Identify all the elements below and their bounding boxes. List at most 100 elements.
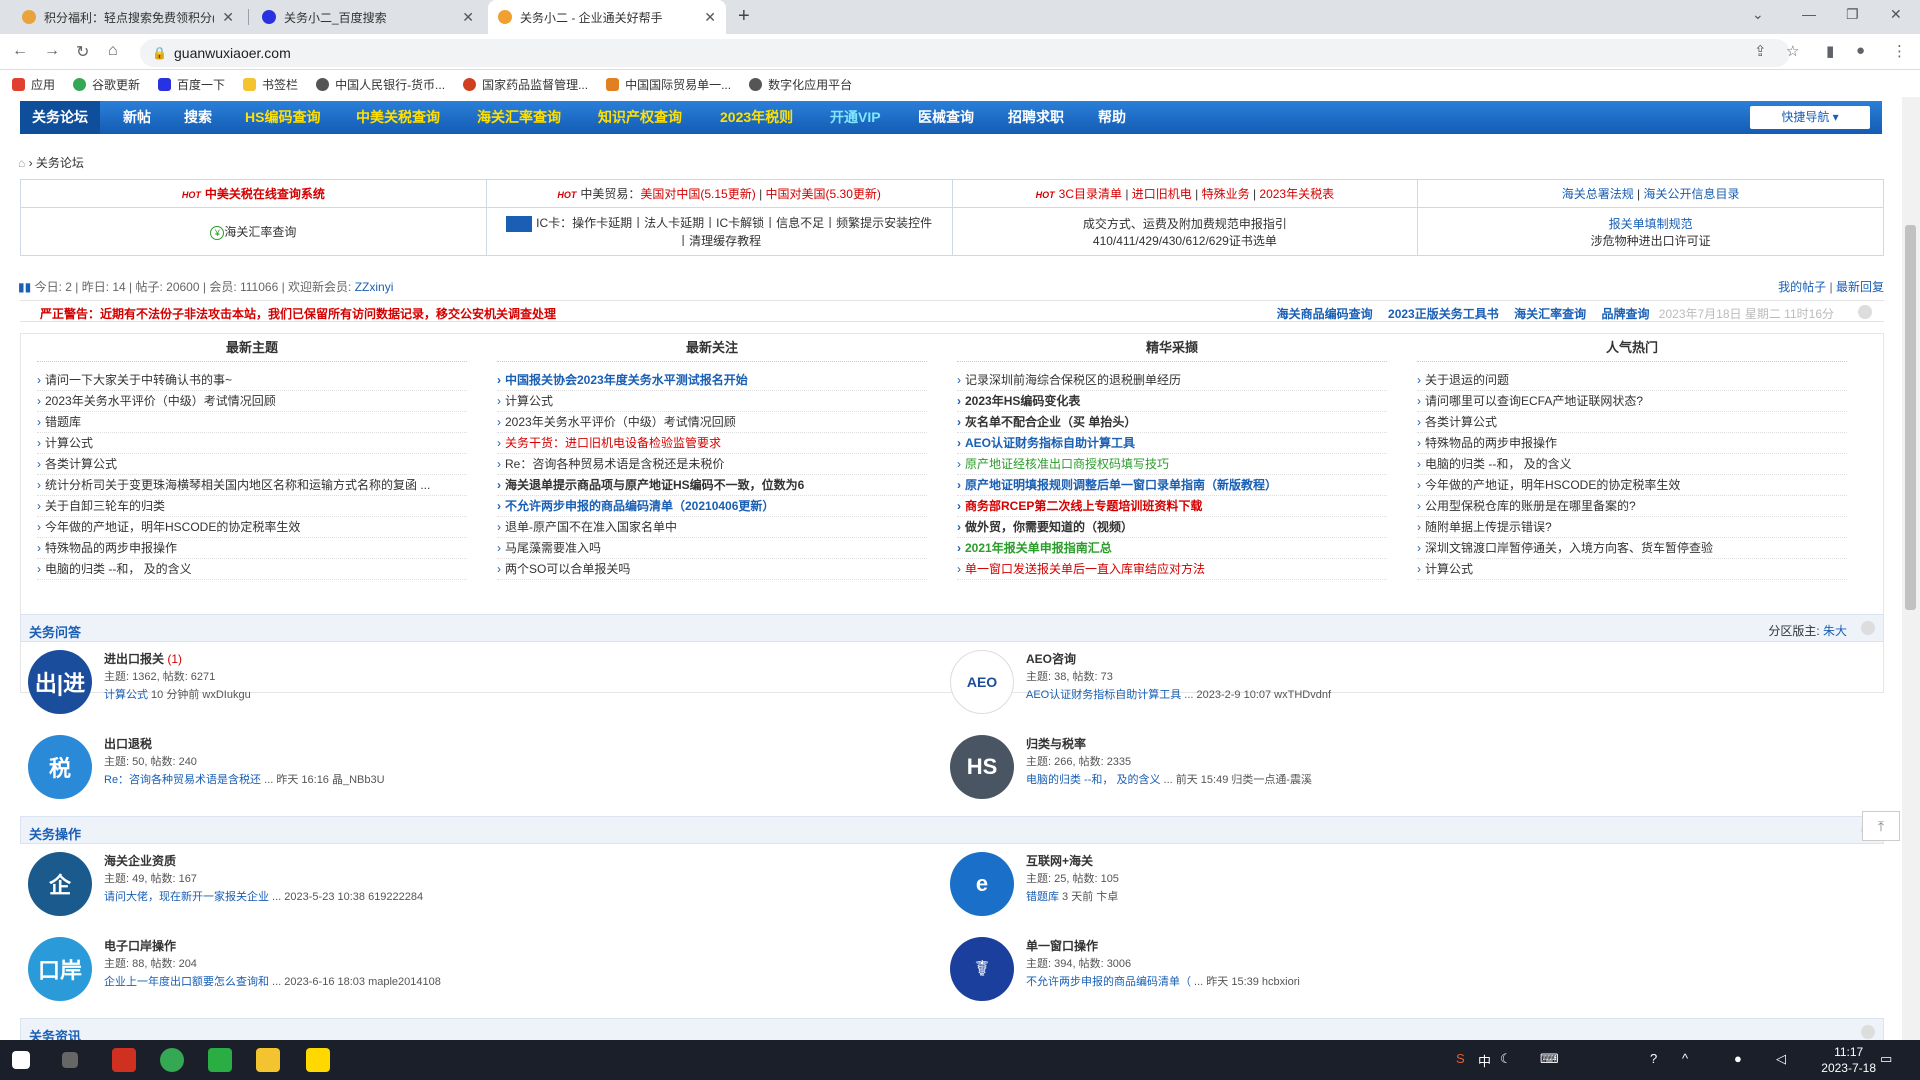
ic-card-links[interactable]: IC卡：操作卡延期丨法人卡延期丨IC卡解锁丨信息不足丨频繁提示安装控件: [536, 216, 932, 230]
last-post-link[interactable]: 计算公式: [104, 689, 148, 701]
topic-link[interactable]: 2021年报关单申报指南汇总: [957, 538, 1387, 559]
forum-icon[interactable]: AEO: [950, 650, 1014, 714]
collapse-icon[interactable]: [1861, 1025, 1875, 1039]
topic-link[interactable]: 海关退单提示商品项与原产地证HS编码不一致，位数为6: [497, 475, 927, 496]
nav-item-medical[interactable]: 医械查询: [918, 101, 974, 134]
topic-link[interactable]: 各类计算公式: [1417, 412, 1847, 433]
bookmark-item[interactable]: 数字化应用平台: [749, 76, 852, 93]
home-icon[interactable]: ⌂: [108, 42, 118, 60]
forum-icon[interactable]: HS: [950, 735, 1014, 799]
topic-link[interactable]: 2023年关务水平评价（中级）考试情况回顾: [37, 391, 467, 412]
last-post-link[interactable]: 电脑的归类 --和， 及的含义: [1026, 774, 1160, 786]
last-post-link[interactable]: 请问大佬，现在新开一家报关企业: [104, 891, 269, 903]
browser-tab-2[interactable]: 关务小二_百度搜索 ✕: [252, 0, 484, 34]
tariff-system-link[interactable]: 中美关税在线查询系统: [205, 187, 325, 201]
forum-title-link[interactable]: AEO咨询: [1026, 652, 1076, 666]
customs-regulations-link[interactable]: 海关总署法规: [1562, 187, 1634, 201]
tray-chevron-icon[interactable]: ^: [1682, 1051, 1688, 1066]
collapse-icon[interactable]: [1861, 621, 1875, 635]
forum-title-link[interactable]: 进出口报关: [104, 652, 164, 666]
nav-item-tariff[interactable]: 中美关税查询: [356, 101, 440, 134]
topic-link[interactable]: 错题库: [37, 412, 467, 433]
topic-link[interactable]: 电脑的归类 --和， 及的含义: [1417, 454, 1847, 475]
ime-s-icon[interactable]: S: [1456, 1051, 1465, 1066]
address-input[interactable]: 🔒 guanwuxiaoer.com: [140, 39, 1790, 67]
topic-link[interactable]: 特殊物品的两步申报操作: [37, 538, 467, 559]
topic-link[interactable]: 各类计算公式: [37, 454, 467, 475]
bookmark-item[interactable]: 中国国际贸易单一...: [606, 76, 731, 93]
topic-link[interactable]: 电脑的归类 --和， 及的含义: [37, 559, 467, 580]
topic-link[interactable]: 2023年关务水平评价（中级）考试情况回顾: [497, 412, 927, 433]
used-machinery-link[interactable]: 进口旧机电: [1132, 187, 1192, 201]
section-title[interactable]: 关务资讯: [29, 1026, 81, 1040]
topic-link[interactable]: 马尾藻需要准入吗: [497, 538, 927, 559]
forum-title-link[interactable]: 海关企业资质: [104, 854, 176, 868]
close-tab-icon[interactable]: ✕: [462, 9, 474, 26]
bookmark-item[interactable]: 国家药品监督管理...: [463, 76, 588, 93]
nav-item-forum[interactable]: 关务论坛: [20, 101, 100, 134]
forum-icon[interactable]: 企: [28, 852, 92, 916]
close-tab-icon[interactable]: ✕: [704, 9, 716, 26]
topic-link[interactable]: 计算公式: [37, 433, 467, 454]
scrollbar-thumb[interactable]: [1905, 225, 1916, 610]
browser-tab-3-active[interactable]: 关务小二 - 企业通关好帮手 ✕: [488, 0, 726, 34]
3c-list-link[interactable]: 3C目录清单: [1059, 187, 1122, 201]
bookmark-star-icon[interactable]: ☆: [1786, 42, 1799, 60]
topic-link[interactable]: 记录深圳前海综合保税区的退税删单经历: [957, 370, 1387, 391]
new-tab-button[interactable]: +: [738, 5, 750, 28]
tariff-table-link[interactable]: 2023年关税表: [1259, 187, 1334, 201]
forum-icon[interactable]: 口岸: [28, 937, 92, 1001]
topic-link[interactable]: 做外贸，你需要知道的（视频）: [957, 517, 1387, 538]
collapse-icon[interactable]: [1858, 305, 1872, 319]
home-icon[interactable]: ⌂: [18, 156, 25, 170]
topic-link[interactable]: 今年做的产地证，明年HSCODE的协定税率生效: [37, 517, 467, 538]
topic-link[interactable]: 单一窗口发送报关单后一直入库审结应对方法: [957, 559, 1387, 580]
nav-item-vip[interactable]: 开通VIP: [830, 101, 881, 134]
topic-link[interactable]: 退单-原产国不在准入国家名单中: [497, 517, 927, 538]
forum-icon[interactable]: 税: [28, 735, 92, 799]
breadcrumb-current[interactable]: 关务论坛: [36, 156, 84, 170]
certificate-link[interactable]: 410/411/429/430/612/629证书选单: [1093, 234, 1277, 248]
topic-link[interactable]: 今年做的产地证，明年HSCODE的协定税率生效: [1417, 475, 1847, 496]
chrome-taskbar-icon[interactable]: [160, 1048, 184, 1072]
wechat-tray-icon[interactable]: ●: [1734, 1051, 1742, 1066]
nav-item-tariff-2023[interactable]: 2023年税则: [720, 101, 793, 134]
bookmark-folder[interactable]: 书签栏: [243, 76, 298, 93]
topic-link[interactable]: 关于退运的问题: [1417, 370, 1847, 391]
topic-link[interactable]: 商务部RCEP第二次线上专题培训班资料下载: [957, 496, 1387, 517]
minimize-button[interactable]: —: [1802, 6, 1816, 22]
topic-link[interactable]: Re：咨询各种贸易术语是含税还是未税价: [497, 454, 927, 475]
nav-item-hs-code[interactable]: HS编码查询: [245, 101, 320, 134]
quick-nav-dropdown[interactable]: 快捷导航 ▾: [1750, 106, 1870, 129]
forum-title-link[interactable]: 单一窗口操作: [1026, 939, 1098, 953]
nav-item-exchange-rate[interactable]: 海关汇率查询: [477, 101, 561, 134]
topic-link[interactable]: 关于自卸三轮车的归类: [37, 496, 467, 517]
forum-icon[interactable]: ☤: [950, 937, 1014, 1001]
toolbook-link[interactable]: 2023正版关务工具书: [1388, 307, 1499, 321]
back-icon[interactable]: ←: [12, 42, 28, 60]
menu-kebab-icon[interactable]: ⋮: [1892, 42, 1907, 60]
nav-item-new-posts[interactable]: 新帖: [123, 101, 151, 134]
side-panel-icon[interactable]: ▮: [1826, 42, 1834, 60]
topic-link[interactable]: 原产地证经核准出口商授权码填写技巧: [957, 454, 1387, 475]
special-business-link[interactable]: 特殊业务: [1202, 187, 1250, 201]
topic-link[interactable]: 灰名单不配合企业（买 单抬头）: [957, 412, 1387, 433]
section-title[interactable]: 关务问答: [29, 622, 81, 641]
last-post-link[interactable]: 企业上一年度出口额要怎么查询和: [104, 976, 269, 988]
freight-guide-link[interactable]: 成交方式、运费及附加费规范申报指引: [1083, 217, 1287, 231]
forum-icon[interactable]: e: [950, 852, 1014, 916]
latest-reply-link[interactable]: 最新回复: [1836, 280, 1884, 294]
close-window-button[interactable]: ✕: [1890, 6, 1902, 23]
back-to-top-button[interactable]: ⤒: [1862, 811, 1900, 841]
topic-link[interactable]: 关务干货：进口旧机电设备检验监管要求: [497, 433, 927, 454]
last-post-link[interactable]: 错题库: [1026, 891, 1059, 903]
endangered-species-link[interactable]: 涉危物种进出口许可证: [1591, 234, 1711, 248]
help-icon[interactable]: ?: [1650, 1051, 1657, 1066]
topic-link[interactable]: 不允许两步申报的商品编码清单（20210406更新）: [497, 496, 927, 517]
reload-icon[interactable]: ↻: [76, 42, 89, 62]
my-posts-link[interactable]: 我的帖子: [1778, 280, 1826, 294]
clear-cache-link[interactable]: 丨清理缓存教程: [677, 234, 761, 248]
topic-link[interactable]: 特殊物品的两步申报操作: [1417, 433, 1847, 454]
keyboard-icon[interactable]: ⌨: [1540, 1051, 1559, 1067]
forum-icon[interactable]: 出|进: [28, 650, 92, 714]
